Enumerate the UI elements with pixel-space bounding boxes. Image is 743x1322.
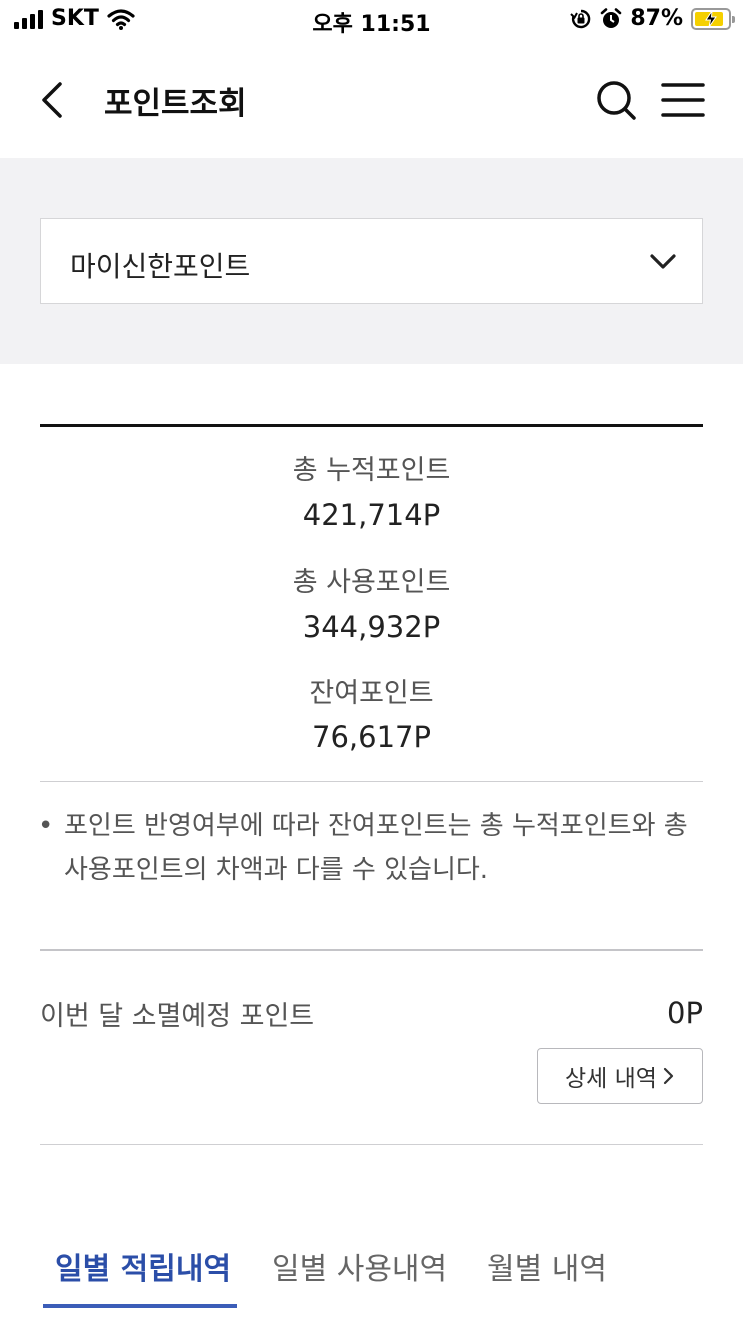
point-type-select[interactable]: 마이신한포인트: [40, 218, 703, 304]
history-tabs: 일별 적립내역 일별 사용내역 월별 내역: [40, 1244, 703, 1314]
point-type-section: 마이신한포인트: [0, 158, 743, 364]
summary-divider: [40, 781, 703, 782]
total-used-label: 총 사용포인트: [292, 567, 451, 598]
total-used-value: 344,932P: [302, 610, 441, 644]
orientation-lock-icon: [570, 9, 591, 28]
battery-tip: [732, 15, 735, 23]
battery-icon: [691, 7, 735, 30]
expiring-points-label: 이번 달 소멸예정 포인트: [40, 1001, 315, 1032]
tab-daily-accumulation[interactable]: 일별 적립내역: [55, 1244, 231, 1288]
tab-daily-usage[interactable]: 일별 사용내역: [272, 1244, 447, 1288]
app-header: 포인트조회: [0, 52, 743, 148]
notice-divider: [40, 949, 703, 951]
chevron-down-icon: [650, 254, 676, 269]
search-icon[interactable]: [594, 78, 638, 122]
charging-bolt-icon: [705, 10, 717, 27]
status-right: 87%: [570, 6, 735, 31]
back-chevron-icon[interactable]: [36, 80, 72, 120]
detail-button-label: 상세 내역: [565, 1066, 657, 1092]
remaining-label: 잔여포인트: [309, 678, 434, 709]
alarm-icon: [601, 7, 622, 28]
battery-percent: 87%: [630, 6, 683, 31]
notice-text-block: • 포인트 반영여부에 따라 잔여포인트는 총 누적포인트와 총 사용포인트의 …: [38, 804, 708, 892]
hamburger-menu-icon[interactable]: [660, 80, 706, 120]
page-title: 포인트조회: [104, 86, 247, 122]
chevron-right-icon: [663, 1067, 674, 1085]
total-accumulated-value: 421,714P: [302, 498, 441, 532]
expiring-divider: [40, 1144, 703, 1145]
remaining-value: 76,617P: [312, 720, 431, 754]
bullet: •: [38, 811, 54, 841]
expiring-points-value: 0P: [667, 996, 703, 1030]
notice-text: 포인트 반영여부에 따라 잔여포인트는 총 누적포인트와 총 사용포인트의 차액…: [64, 811, 688, 885]
active-tab-indicator: [43, 1304, 237, 1308]
point-type-selected: 마이신한포인트: [70, 250, 251, 283]
total-accumulated-label: 총 누적포인트: [292, 455, 451, 486]
detail-history-button[interactable]: 상세 내역: [537, 1048, 703, 1104]
summary-top-rule: [40, 424, 703, 427]
tab-monthly-history[interactable]: 월별 내역: [487, 1244, 607, 1288]
status-bar: SKT 오후 11:51 87%: [0, 0, 743, 40]
